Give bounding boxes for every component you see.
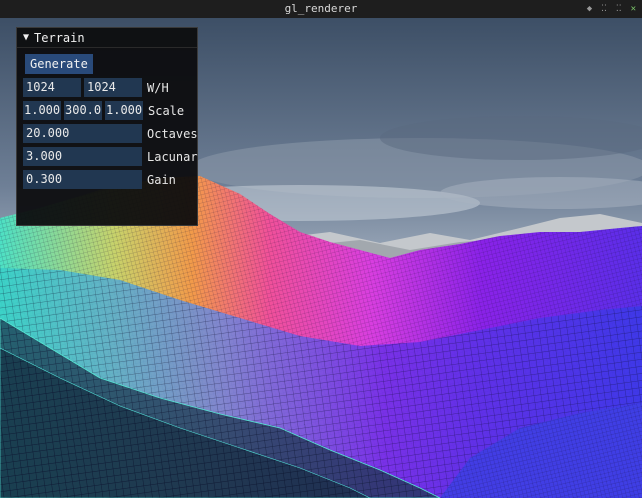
gain-label: Gain [147, 172, 176, 187]
octaves-input[interactable]: 20.000 [23, 124, 142, 143]
octaves-label: Octaves [147, 126, 198, 141]
width-input[interactable]: 1024 [23, 78, 81, 97]
window-controls: ◆ ⁚⁚ ⁚⁚ ✕ [587, 0, 636, 18]
close-icon[interactable]: ✕ [631, 4, 636, 14]
scale-row: 1.000 300.0 1.000 Scale [23, 101, 184, 120]
pin-icon[interactable]: ◆ [587, 4, 592, 14]
lacunarity-row: 3.000 Lacunar [23, 147, 198, 166]
panel-title: Terrain [34, 30, 85, 45]
maximize-icon[interactable]: ⁚⁚ [616, 4, 622, 14]
lacunarity-label: Lacunar [147, 149, 198, 164]
gain-row: 0.300 Gain [23, 170, 176, 189]
octaves-row: 20.000 Octaves [23, 124, 198, 143]
scale-x-input[interactable]: 1.000 [23, 101, 61, 120]
terrain-panel: ▼ Terrain Generate 1024 1024 W/H 1.000 3… [16, 27, 198, 226]
wh-label: W/H [147, 80, 169, 95]
window-title: gl_renderer [284, 2, 358, 15]
scale-z-input[interactable]: 1.000 [105, 101, 143, 120]
wh-row: 1024 1024 W/H [23, 78, 169, 97]
minimize-icon[interactable]: ⁚⁚ [601, 4, 607, 14]
collapse-arrow-icon[interactable]: ▼ [23, 32, 29, 43]
gain-input[interactable]: 0.300 [23, 170, 142, 189]
scale-label: Scale [148, 103, 185, 118]
lacunarity-input[interactable]: 3.000 [23, 147, 142, 166]
window-titlebar: gl_renderer ◆ ⁚⁚ ⁚⁚ ✕ [0, 0, 642, 19]
generate-button[interactable]: Generate [25, 54, 93, 74]
scale-y-input[interactable]: 300.0 [64, 101, 102, 120]
panel-header[interactable]: ▼ Terrain [17, 28, 197, 48]
height-input[interactable]: 1024 [84, 78, 142, 97]
